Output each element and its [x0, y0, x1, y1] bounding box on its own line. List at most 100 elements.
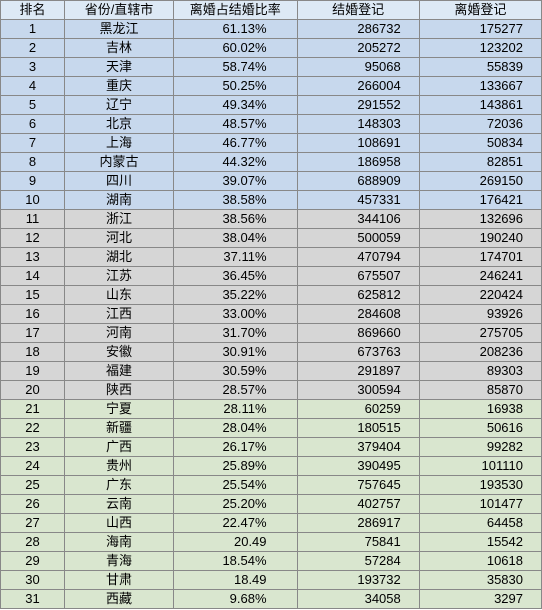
cell-divorce: 193530 — [419, 476, 541, 495]
cell-marriage: 344106 — [297, 210, 419, 229]
cell-rank: 20 — [1, 381, 65, 400]
cell-province: 宁夏 — [65, 400, 174, 419]
cell-marriage: 108691 — [297, 134, 419, 153]
header-marriage: 结婚登记 — [297, 1, 419, 20]
cell-province: 河北 — [65, 229, 174, 248]
cell-marriage: 205272 — [297, 39, 419, 58]
cell-ratio: 30.59% — [173, 362, 297, 381]
cell-divorce: 176421 — [419, 191, 541, 210]
cell-rank: 25 — [1, 476, 65, 495]
cell-divorce: 208236 — [419, 343, 541, 362]
cell-ratio: 28.04% — [173, 419, 297, 438]
cell-divorce: 93926 — [419, 305, 541, 324]
table-row: 25广东25.54%757645193530 — [1, 476, 542, 495]
cell-province: 上海 — [65, 134, 174, 153]
cell-divorce: 15542 — [419, 533, 541, 552]
cell-rank: 2 — [1, 39, 65, 58]
cell-marriage: 57284 — [297, 552, 419, 571]
cell-ratio: 44.32% — [173, 153, 297, 172]
cell-province: 新疆 — [65, 419, 174, 438]
cell-rank: 26 — [1, 495, 65, 514]
cell-ratio: 48.57% — [173, 115, 297, 134]
table-row: 23广西26.17%37940499282 — [1, 438, 542, 457]
cell-rank: 18 — [1, 343, 65, 362]
table-row: 10湖南38.58%457331176421 — [1, 191, 542, 210]
cell-ratio: 39.07% — [173, 172, 297, 191]
cell-province: 青海 — [65, 552, 174, 571]
cell-marriage: 379404 — [297, 438, 419, 457]
cell-divorce: 55839 — [419, 58, 541, 77]
cell-marriage: 75841 — [297, 533, 419, 552]
cell-divorce: 132696 — [419, 210, 541, 229]
cell-divorce: 16938 — [419, 400, 541, 419]
cell-divorce: 269150 — [419, 172, 541, 191]
cell-marriage: 470794 — [297, 248, 419, 267]
cell-rank: 28 — [1, 533, 65, 552]
header-ratio: 离婚占结婚比率 — [173, 1, 297, 20]
table-row: 24贵州25.89%390495101110 — [1, 457, 542, 476]
table-row: 29青海18.54%5728410618 — [1, 552, 542, 571]
cell-ratio: 26.17% — [173, 438, 297, 457]
table-row: 16江西33.00%28460893926 — [1, 305, 542, 324]
cell-ratio: 33.00% — [173, 305, 297, 324]
cell-marriage: 675507 — [297, 267, 419, 286]
cell-ratio: 38.04% — [173, 229, 297, 248]
cell-rank: 10 — [1, 191, 65, 210]
table-row: 27山西22.47%28691764458 — [1, 514, 542, 533]
cell-divorce: 174701 — [419, 248, 541, 267]
cell-marriage: 180515 — [297, 419, 419, 438]
cell-marriage: 266004 — [297, 77, 419, 96]
cell-divorce: 89303 — [419, 362, 541, 381]
cell-province: 天津 — [65, 58, 174, 77]
cell-divorce: 220424 — [419, 286, 541, 305]
cell-rank: 13 — [1, 248, 65, 267]
cell-province: 江西 — [65, 305, 174, 324]
table-row: 4重庆50.25%266004133667 — [1, 77, 542, 96]
cell-divorce: 101477 — [419, 495, 541, 514]
table-row: 5辽宁49.34%291552143861 — [1, 96, 542, 115]
cell-marriage: 95068 — [297, 58, 419, 77]
cell-ratio: 18.54% — [173, 552, 297, 571]
cell-province: 湖南 — [65, 191, 174, 210]
header-divorce: 离婚登记 — [419, 1, 541, 20]
cell-ratio: 25.20% — [173, 495, 297, 514]
table-row: 30甘肃18.4919373235830 — [1, 571, 542, 590]
cell-rank: 1 — [1, 20, 65, 39]
cell-marriage: 300594 — [297, 381, 419, 400]
cell-province: 浙江 — [65, 210, 174, 229]
cell-rank: 30 — [1, 571, 65, 590]
cell-divorce: 246241 — [419, 267, 541, 286]
table-row: 9四川39.07%688909269150 — [1, 172, 542, 191]
cell-rank: 16 — [1, 305, 65, 324]
cell-ratio: 20.49 — [173, 533, 297, 552]
table-row: 17河南31.70%869660275705 — [1, 324, 542, 343]
cell-rank: 6 — [1, 115, 65, 134]
cell-province: 河南 — [65, 324, 174, 343]
table-row: 3天津58.74%9506855839 — [1, 58, 542, 77]
cell-rank: 22 — [1, 419, 65, 438]
table-row: 12河北38.04%500059190240 — [1, 229, 542, 248]
cell-rank: 24 — [1, 457, 65, 476]
cell-marriage: 148303 — [297, 115, 419, 134]
cell-marriage: 402757 — [297, 495, 419, 514]
cell-marriage: 193732 — [297, 571, 419, 590]
cell-province: 陕西 — [65, 381, 174, 400]
cell-divorce: 50616 — [419, 419, 541, 438]
cell-ratio: 38.58% — [173, 191, 297, 210]
cell-divorce: 85870 — [419, 381, 541, 400]
table-row: 11浙江38.56%344106132696 — [1, 210, 542, 229]
cell-rank: 12 — [1, 229, 65, 248]
cell-marriage: 757645 — [297, 476, 419, 495]
table-row: 7上海46.77%10869150834 — [1, 134, 542, 153]
table-row: 1黑龙江61.13%286732175277 — [1, 20, 542, 39]
table-row: 31西藏9.68%340583297 — [1, 590, 542, 609]
cell-rank: 29 — [1, 552, 65, 571]
cell-marriage: 688909 — [297, 172, 419, 191]
cell-divorce: 3297 — [419, 590, 541, 609]
cell-province: 内蒙古 — [65, 153, 174, 172]
cell-divorce: 101110 — [419, 457, 541, 476]
cell-province: 海南 — [65, 533, 174, 552]
cell-marriage: 291552 — [297, 96, 419, 115]
cell-rank: 27 — [1, 514, 65, 533]
cell-province: 北京 — [65, 115, 174, 134]
